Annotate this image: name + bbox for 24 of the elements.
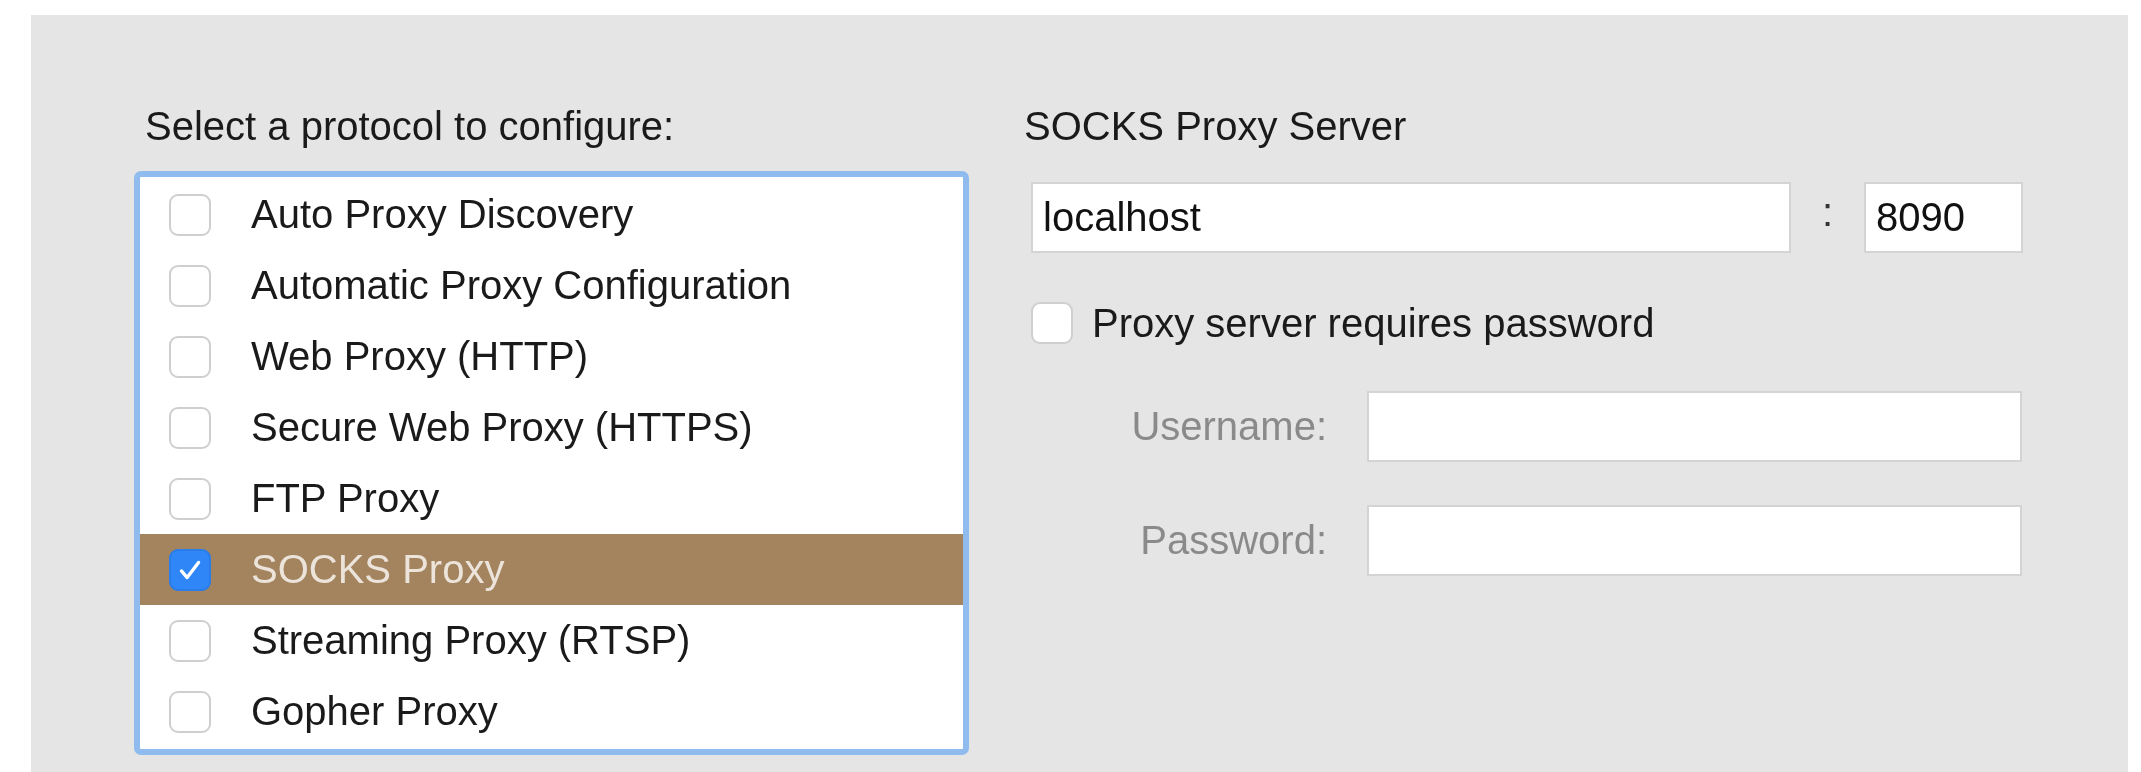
port-separator: : bbox=[1820, 190, 1835, 235]
list-row[interactable]: Auto Proxy Discovery bbox=[140, 179, 963, 250]
list-row[interactable]: Automatic Proxy Configuration bbox=[140, 250, 963, 321]
field-label: Password: bbox=[1139, 518, 1327, 563]
list-row[interactable]: Secure Web Proxy (HTTPS) bbox=[140, 392, 963, 463]
protocol-label: Web Proxy (HTTP) bbox=[251, 334, 589, 379]
checkbox-label: Proxy server requires password bbox=[1092, 300, 1655, 346]
checkbox[interactable] bbox=[169, 548, 211, 591]
protocol-label: FTP Proxy bbox=[251, 476, 440, 521]
list-row[interactable]: Streaming Proxy (RTSP) bbox=[140, 605, 963, 676]
protocol-label: Auto Proxy Discovery bbox=[251, 192, 634, 237]
port-field[interactable]: 8090 bbox=[1864, 182, 2023, 253]
list-row[interactable]: Gopher Proxy bbox=[140, 676, 963, 747]
list-row[interactable]: Web Proxy (HTTP) bbox=[140, 321, 963, 392]
field-label: Username: bbox=[1130, 404, 1327, 449]
protocol-label: Streaming Proxy (RTSP) bbox=[251, 618, 691, 663]
protocol-label: Secure Web Proxy (HTTPS) bbox=[251, 405, 753, 450]
host-field[interactable]: localhost bbox=[1031, 182, 1791, 253]
protocol-label: Automatic Proxy Configuration bbox=[251, 263, 792, 308]
protocol-label: SOCKS Proxy bbox=[251, 547, 505, 592]
protocol-label: Gopher Proxy bbox=[251, 689, 498, 734]
list-row[interactable]: FTP Proxy bbox=[140, 463, 963, 534]
server-heading: SOCKS Proxy Server bbox=[1024, 103, 1408, 149]
list-heading: Select a protocol to configure: bbox=[145, 103, 676, 149]
